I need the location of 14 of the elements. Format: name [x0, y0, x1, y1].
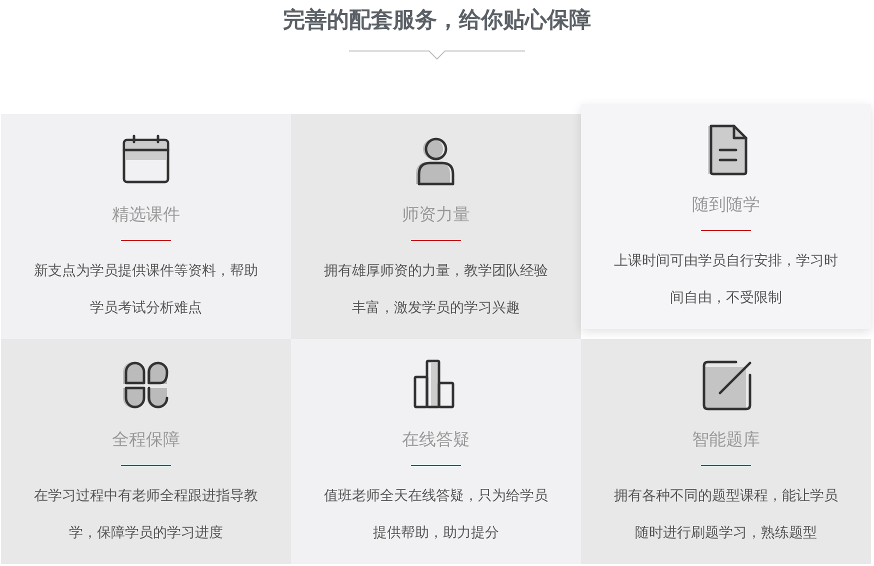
card-description: 值班老师全天在线答疑，只为给学员提供帮助，助力提分	[323, 487, 549, 543]
card-description: 拥有雄厚师资的力量，教学团队经验丰富，激发学员的学习兴趣	[323, 262, 549, 318]
card-description: 拥有各种不同的题型课程，能让学员随时进行刷题学习，熟练题型	[613, 487, 839, 543]
card-description: 新支点为学员提供课件等资料，帮助学员考试分析难点	[33, 262, 259, 318]
card-title: 全程保障	[112, 429, 180, 451]
card-description: 上课时间可由学员自行安排，学习时间自由，不受限制	[613, 252, 839, 308]
card-title: 随到随学	[692, 194, 760, 216]
card-title: 师资力量	[402, 204, 470, 226]
card-title: 精选课件	[112, 204, 180, 226]
card-title: 智能题库	[692, 429, 760, 451]
card-description: 在学习过程中有老师全程跟进指导教学，保障学员的学习进度	[33, 487, 259, 543]
section-title: 完善的配套服务，给你贴心保障	[283, 6, 591, 35]
card-title: 在线答疑	[402, 429, 470, 451]
title-divider-icon	[349, 50, 525, 62]
